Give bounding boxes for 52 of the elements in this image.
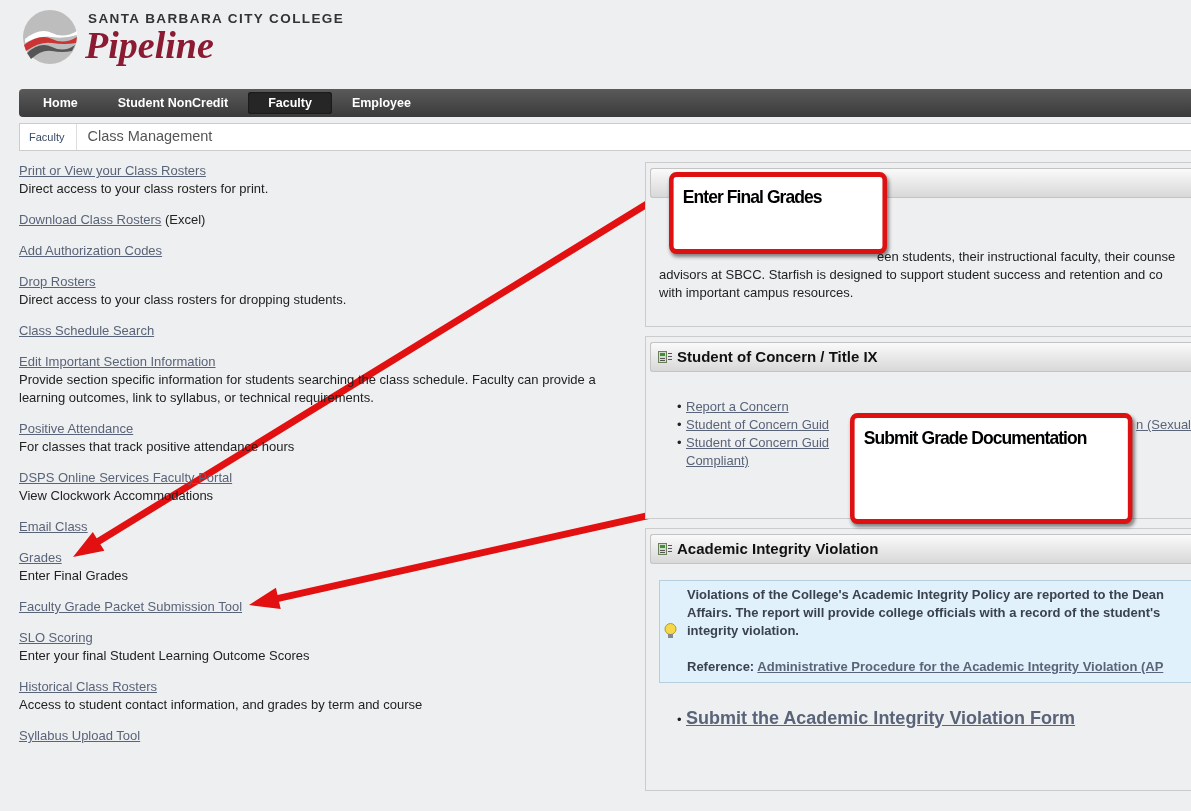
list-link[interactable]: n (Sexual <box>1136 416 1191 434</box>
menu-link[interactable]: Grades <box>19 550 62 565</box>
panel-icon <box>658 543 672 555</box>
menu-link[interactable]: Drop Rosters <box>19 274 96 289</box>
breadcrumb-link[interactable]: Faculty <box>20 124 78 150</box>
link-description: Direct access to your class rosters for dropping students. <box>19 291 348 309</box>
list-link[interactable]: Student of Concern Guid <box>686 416 830 434</box>
app-title: Pipeline <box>85 25 215 64</box>
bullet: • <box>677 398 683 416</box>
menu-link[interactable]: Positive Attendance <box>19 421 134 436</box>
nav-tab[interactable]: Faculty <box>248 92 332 114</box>
callout: Submit Grade Documentation <box>850 413 1132 524</box>
link-description: Access to student contact information, and grades by term and course <box>19 696 424 714</box>
link-note: (Excel) <box>164 212 206 227</box>
menu-link[interactable]: Class Schedule Search <box>19 323 155 338</box>
link-description: Enter Final Grades <box>19 567 130 585</box>
menu-link[interactable]: Historical Class Rosters <box>19 679 157 694</box>
panel-text: advisors at SBCC. Starfish is designed to support student success and retention and co <box>659 266 1164 284</box>
logo-icon <box>22 9 78 65</box>
panel-title: Student of Concern / Title IX <box>677 346 878 367</box>
college-name: SANTA BARBARA CITY COLLEGE <box>88 12 345 26</box>
menu-link[interactable]: SLO Scoring <box>19 630 93 645</box>
info-text: Violations of the College's Academic Integrity Policy are reported to the Dean <box>687 586 1164 604</box>
bullet: • <box>677 711 683 729</box>
reference-link[interactable]: Administrative Procedure for the Academic Integrity Violation (AP <box>757 659 1164 674</box>
menu-link[interactable]: Edit Important Section Information <box>19 354 216 369</box>
menu-link[interactable]: Print or View your Class Rosters <box>19 163 206 178</box>
menu-link[interactable]: Add Authorization Codes <box>19 243 163 258</box>
panel-icon <box>658 351 672 363</box>
callout: Enter Final Grades <box>669 172 887 254</box>
breadcrumb-current: Class Management <box>86 127 213 147</box>
panel-title: Academic Integrity Violation <box>677 538 879 559</box>
menu-link[interactable]: Syllabus Upload Tool <box>19 728 141 743</box>
info-text: Affairs. The report will provide college officials with a record of the student's <box>687 604 1162 622</box>
panel-text: with important campus resources. <box>659 284 855 302</box>
bullet: • <box>677 434 683 452</box>
nav-tab[interactable]: Student NonCredit <box>97 92 249 114</box>
lightbulb-icon <box>664 623 677 639</box>
list-link[interactable]: Compliant) <box>686 453 749 468</box>
list-link[interactable]: Student of Concern Guid <box>686 434 830 452</box>
form-link[interactable]: Submit the Academic Integrity Violation Form <box>686 708 1076 728</box>
info-text: integrity violation. <box>687 622 800 640</box>
list-link[interactable]: Report a Concern <box>686 398 789 416</box>
link-description: Enter your final Student Learning Outcome Scores <box>19 647 311 665</box>
menu-link[interactable]: Download Class Rosters <box>19 212 162 227</box>
link-description: Direct access to your class rosters for print. <box>19 180 270 198</box>
nav-tab[interactable]: Home <box>23 92 98 114</box>
reference-label: Reference: <box>687 659 755 674</box>
bullet: • <box>677 416 683 434</box>
menu-link[interactable]: Faculty Grade Packet Submission Tool <box>19 599 243 614</box>
menu-link[interactable]: Email Class <box>19 519 88 534</box>
nav-tab[interactable]: Employee <box>331 92 431 114</box>
